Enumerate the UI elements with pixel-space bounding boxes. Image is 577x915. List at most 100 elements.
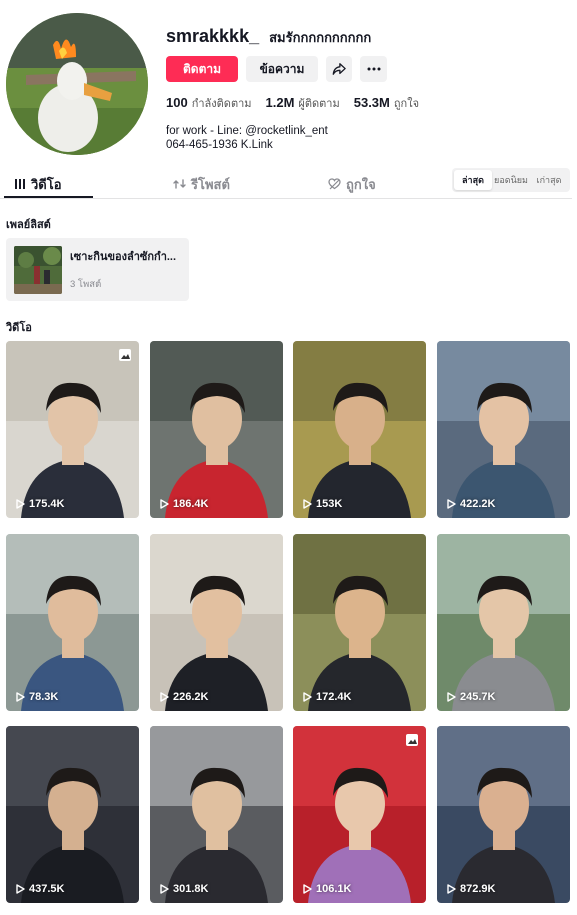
message-button[interactable]: ข้อความ xyxy=(246,56,318,82)
tab-reposts[interactable]: รีโพสต์ xyxy=(173,170,230,198)
video-thumbnail xyxy=(437,726,570,903)
view-count: 153K xyxy=(303,498,342,510)
view-count-label: 422.2K xyxy=(460,498,496,510)
tab-liked-label: ถูกใจ xyxy=(346,176,376,192)
more-icon xyxy=(367,67,380,71)
profile-tabs: วิดีโอ รีโพสต์ ถูกใจ ล่าสุด ยอดนิยม เก่า… xyxy=(0,168,572,199)
following-label: กำลังติดตาม xyxy=(191,98,252,110)
likes-count: 53.3M xyxy=(353,95,390,110)
play-icon xyxy=(303,499,312,509)
videos-heading: วิดีโอ xyxy=(6,322,32,334)
stat-likes: 53.3M ถูกใจ xyxy=(354,94,419,112)
profile-stats: 100 กำลังติดตาม 1.2M ผู้ติดตาม 53.3M ถูกใจ xyxy=(166,94,419,112)
profile-header: smrakkkk_ สมรักกกกกกกกกก ติดตาม ข้อความ … xyxy=(166,26,419,152)
view-count-label: 437.5K xyxy=(29,883,65,895)
playlists-heading: เพลย์ลิสต์ xyxy=(6,219,51,231)
video-tile[interactable]: 226.2K xyxy=(150,534,283,711)
view-count: 172.4K xyxy=(303,691,351,703)
view-count: 106.1K xyxy=(303,883,351,895)
video-thumbnail xyxy=(293,341,426,518)
tab-videos[interactable]: วิดีโอ xyxy=(14,170,62,198)
tab-reposts-label: รีโพสต์ xyxy=(191,176,230,192)
video-thumbnail xyxy=(293,726,426,903)
view-count-label: 301.8K xyxy=(173,883,209,895)
sort-oldest[interactable]: เก่าสุด xyxy=(530,170,568,190)
video-tile[interactable]: 172.4K xyxy=(293,534,426,711)
view-count: 301.8K xyxy=(160,883,208,895)
video-thumbnail xyxy=(6,726,139,903)
sort-popular[interactable]: ยอดนิยม xyxy=(492,170,530,190)
view-count: 186.4K xyxy=(160,498,208,510)
view-count-label: 175.4K xyxy=(29,498,65,510)
more-button[interactable] xyxy=(360,56,387,82)
nickname: สมรักกกกกกกกกก xyxy=(269,30,372,45)
photo-carousel-icon xyxy=(119,349,131,361)
tab-videos-label: วิดีโอ xyxy=(31,176,62,192)
profile-bio: for work - Line: @rocketlink_ent 064-465… xyxy=(166,124,419,152)
play-icon xyxy=(447,884,456,894)
bio-line: 064-465-1936 K.Link xyxy=(166,139,273,151)
view-count-label: 78.3K xyxy=(29,691,59,703)
active-tab-indicator xyxy=(4,196,93,198)
playlist-name: เซาะกินของลำซักกำ... xyxy=(70,251,177,263)
view-count-label: 106.1K xyxy=(316,883,352,895)
view-count: 872.9K xyxy=(447,883,495,895)
play-icon xyxy=(160,884,169,894)
photo-carousel-icon xyxy=(406,734,418,746)
video-tile[interactable]: 245.7K xyxy=(437,534,570,711)
following-count: 100 xyxy=(166,95,188,110)
share-icon xyxy=(332,63,346,75)
play-icon xyxy=(303,692,312,702)
view-count-label: 245.7K xyxy=(460,691,496,703)
play-icon xyxy=(160,692,169,702)
share-button[interactable] xyxy=(326,56,352,82)
liked-heart-icon xyxy=(328,178,341,190)
video-thumbnail xyxy=(150,341,283,518)
playlist-thumbnail xyxy=(14,245,62,294)
view-count: 175.4K xyxy=(16,498,64,510)
view-count-label: 872.9K xyxy=(460,883,496,895)
play-icon xyxy=(447,692,456,702)
view-count: 437.5K xyxy=(16,883,64,895)
likes-label: ถูกใจ xyxy=(393,98,420,110)
playlist-card[interactable]: เซาะกินของลำซักกำ... 3 โพสต์ xyxy=(6,238,189,301)
view-count: 226.2K xyxy=(160,691,208,703)
video-thumbnail xyxy=(150,534,283,711)
video-tile[interactable]: 186.4K xyxy=(150,341,283,518)
follow-button[interactable]: ติดตาม xyxy=(166,56,238,82)
sort-toggle: ล่าสุด ยอดนิยม เก่าสุด xyxy=(452,168,570,192)
play-icon xyxy=(160,499,169,509)
view-count-label: 226.2K xyxy=(173,691,209,703)
sort-latest[interactable]: ล่าสุด xyxy=(454,170,492,190)
followers-label: ผู้ติดตาม xyxy=(298,98,340,110)
video-thumbnail xyxy=(293,534,426,711)
video-tile[interactable]: 437.5K xyxy=(6,726,139,903)
view-count: 422.2K xyxy=(447,498,495,510)
video-thumbnail xyxy=(6,534,139,711)
play-icon xyxy=(303,884,312,894)
profile-avatar[interactable] xyxy=(6,13,148,155)
view-count-label: 186.4K xyxy=(173,498,209,510)
bio-line: for work - Line: @rocketlink_ent xyxy=(166,125,328,137)
view-count-label: 172.4K xyxy=(316,691,352,703)
tab-liked[interactable]: ถูกใจ xyxy=(328,170,376,198)
video-thumbnail xyxy=(437,534,570,711)
play-icon xyxy=(16,499,25,509)
video-tile[interactable]: 872.9K xyxy=(437,726,570,903)
video-thumbnail xyxy=(150,726,283,903)
video-thumbnail xyxy=(437,341,570,518)
view-count: 245.7K xyxy=(447,691,495,703)
view-count: 78.3K xyxy=(16,691,58,703)
video-thumbnail xyxy=(6,341,139,518)
repost-icon xyxy=(173,179,186,189)
video-tile[interactable]: 78.3K xyxy=(6,534,139,711)
video-tile[interactable]: 301.8K xyxy=(150,726,283,903)
username: smrakkkk_ xyxy=(166,26,260,46)
video-tile[interactable]: 422.2K xyxy=(437,341,570,518)
stat-following[interactable]: 100 กำลังติดตาม xyxy=(166,94,252,112)
video-tile[interactable]: 153K xyxy=(293,341,426,518)
play-icon xyxy=(16,692,25,702)
video-tile[interactable]: 175.4K xyxy=(6,341,139,518)
video-tile[interactable]: 106.1K xyxy=(293,726,426,903)
stat-followers[interactable]: 1.2M ผู้ติดตาม xyxy=(266,94,340,112)
